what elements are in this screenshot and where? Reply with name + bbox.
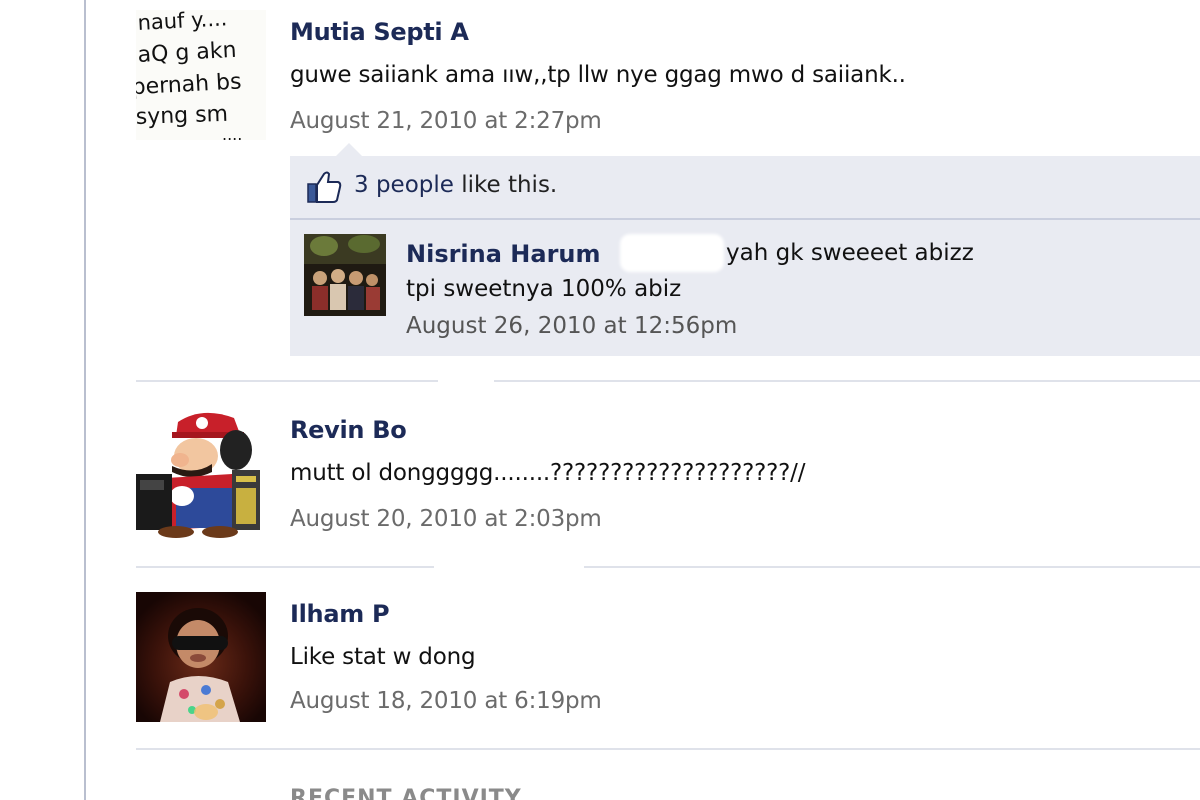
post-divider bbox=[136, 380, 1200, 382]
avatar-text-line: aQ g akn bbox=[137, 38, 237, 68]
post-author-link[interactable]: Revin Bo bbox=[290, 416, 407, 444]
post-divider bbox=[136, 748, 1200, 750]
reply-author-link[interactable]: Nisrina Harum bbox=[406, 240, 601, 268]
wall-page: nauf y.... aQ g akn pernah bs syng sm ..… bbox=[0, 0, 1200, 800]
reply-message: yah gk sweeeet abizz bbox=[726, 240, 974, 266]
post-message: Like stat w dong bbox=[290, 644, 476, 670]
reply-message-continued: tpi sweetnya 100% abiz bbox=[406, 276, 682, 302]
avatar[interactable]: nauf y.... aQ g akn pernah bs syng sm ..… bbox=[136, 10, 266, 140]
recent-activity-heading: RECENT ACTIVITY bbox=[290, 786, 522, 800]
redacted-area bbox=[620, 234, 724, 272]
reply-timestamp[interactable]: August 26, 2010 at 12:56pm bbox=[406, 313, 737, 339]
avatar[interactable] bbox=[136, 408, 266, 538]
post-message: guwe saiiank ama ııw,,tp llw nye ggag mw… bbox=[290, 62, 906, 88]
wall-post: Revin Bo mutt ol donggggg........???????… bbox=[136, 408, 1200, 548]
handwritten-avatar-image: nauf y.... aQ g akn pernah bs syng sm ..… bbox=[136, 10, 266, 140]
post-author-link[interactable]: Ilham P bbox=[290, 600, 390, 628]
gamer-character-avatar bbox=[136, 408, 266, 538]
ufi-pointer bbox=[336, 143, 362, 156]
reply-comment: Nisrina Harum yah gk sweeeet abizz tpi s… bbox=[290, 220, 1200, 356]
avatar[interactable] bbox=[304, 234, 386, 316]
likes-summary: 3 people like this. bbox=[354, 172, 557, 198]
likes-count-link[interactable]: 3 people bbox=[354, 172, 454, 198]
post-divider bbox=[136, 566, 1200, 568]
avatar-text-line: .... bbox=[222, 125, 242, 140]
post-author-link[interactable]: Mutia Septi A bbox=[290, 18, 469, 46]
child-photo-avatar bbox=[136, 592, 266, 722]
left-border bbox=[84, 0, 86, 800]
comments-box: 3 people like this. Nisrina Harum yah gk… bbox=[290, 156, 1200, 356]
thumbs-up-icon bbox=[307, 171, 342, 203]
post-message: mutt ol donggggg........????????????????… bbox=[290, 460, 806, 486]
post-timestamp[interactable]: August 20, 2010 at 2:03pm bbox=[290, 506, 602, 532]
post-timestamp[interactable]: August 21, 2010 at 2:27pm bbox=[290, 108, 602, 134]
post-timestamp[interactable]: August 18, 2010 at 6:19pm bbox=[290, 688, 602, 714]
wall-post: Ilham P Like stat w dong August 18, 2010… bbox=[136, 592, 1200, 732]
group-photo-avatar bbox=[304, 234, 386, 316]
avatar-text-line: syng sm bbox=[136, 102, 228, 130]
wall-post: nauf y.... aQ g akn pernah bs syng sm ..… bbox=[136, 10, 1200, 150]
likes-suffix: like this. bbox=[453, 172, 558, 198]
avatar[interactable] bbox=[136, 592, 266, 722]
likes-row: 3 people like this. bbox=[290, 156, 1200, 220]
